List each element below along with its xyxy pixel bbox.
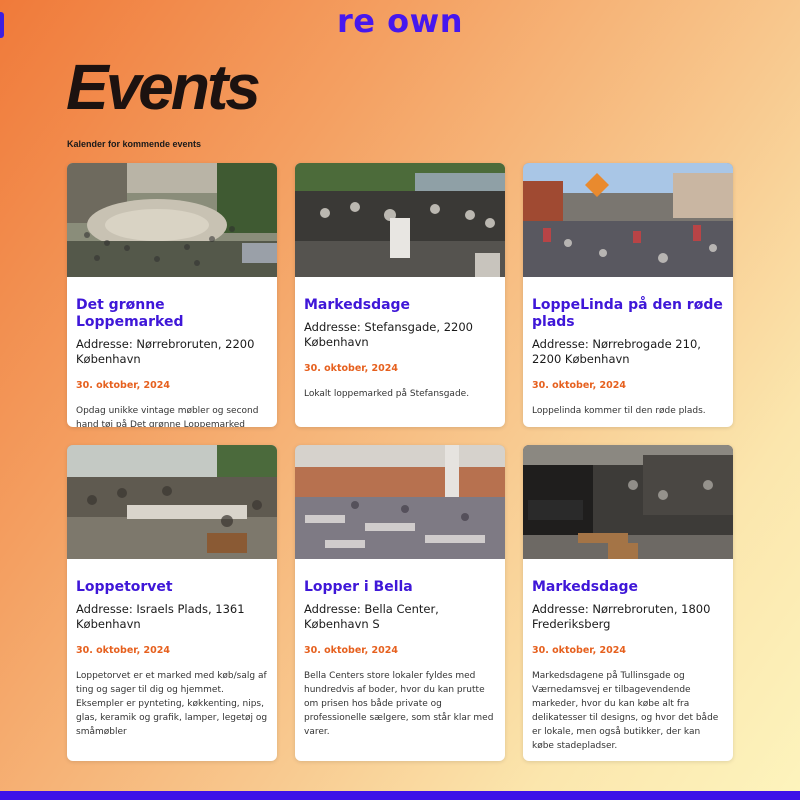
event-date: 30. oktober, 2024 <box>304 363 398 374</box>
event-address: Addresse: Israels Plads, 1361 København <box>76 602 245 631</box>
event-image <box>67 163 277 277</box>
event-title[interactable]: Loppetorvet <box>76 579 268 596</box>
event-card[interactable]: Lopper i Bella Addresse: Bella Center, K… <box>295 445 505 761</box>
footer-bar <box>0 791 800 800</box>
event-image <box>523 163 733 277</box>
event-image <box>67 445 277 559</box>
event-image <box>295 163 505 277</box>
page-title: Events <box>66 51 261 123</box>
event-address: Addresse: Bella Center, København S <box>304 602 439 631</box>
event-description: Lokalt loppemarked på Stefansgade. <box>304 389 470 399</box>
event-image <box>523 445 733 559</box>
event-title[interactable]: Det grønne Loppemarked <box>76 297 268 331</box>
event-card[interactable]: LoppeLinda på den røde plads Addresse: N… <box>523 163 733 427</box>
event-description: Opdag unikke vintage møbler og second ha… <box>76 406 259 427</box>
event-description: Markedsdagene på Tullinsgade og Værnedam… <box>532 671 719 751</box>
event-address: Addresse: Nørrebrogade 210, 2200 Københa… <box>532 337 701 366</box>
site-logo[interactable]: re own <box>0 2 800 40</box>
event-description: Loppetorvet er et marked med køb/salg af… <box>76 671 268 737</box>
event-address: Addresse: Stefansgade, 2200 København <box>304 320 473 349</box>
page-subtitle: Kalender for kommende events <box>67 139 202 149</box>
event-card[interactable]: Markedsdage Addresse: Nørrebroruten, 180… <box>523 445 733 761</box>
event-address: Addresse: Nørrebroruten, 1800 Frederiksb… <box>532 602 711 631</box>
event-card[interactable]: Det grønne Loppemarked Addresse: Nørrebr… <box>67 163 277 427</box>
event-title[interactable]: Markedsdage <box>304 297 496 314</box>
event-description: Loppelinda kommer til den røde plads. <box>532 406 706 416</box>
event-date: 30. oktober, 2024 <box>76 645 170 656</box>
event-image <box>295 445 505 559</box>
event-title[interactable]: LoppeLinda på den røde plads <box>532 297 724 331</box>
event-date: 30. oktober, 2024 <box>532 380 626 391</box>
event-date: 30. oktober, 2024 <box>304 645 398 656</box>
event-card[interactable]: Loppetorvet Addresse: Israels Plads, 136… <box>67 445 277 761</box>
event-address: Addresse: Nørrebroruten, 2200 København <box>76 337 255 366</box>
event-title[interactable]: Markedsdage <box>532 579 724 596</box>
event-date: 30. oktober, 2024 <box>76 380 170 391</box>
event-card[interactable]: Markedsdage Addresse: Stefansgade, 2200 … <box>295 163 505 427</box>
event-description: Bella Centers store lokaler fyldes med h… <box>304 671 494 737</box>
event-title[interactable]: Lopper i Bella <box>304 579 496 596</box>
events-grid: Det grønne Loppemarked Addresse: Nørrebr… <box>67 163 733 761</box>
event-date: 30. oktober, 2024 <box>532 645 626 656</box>
